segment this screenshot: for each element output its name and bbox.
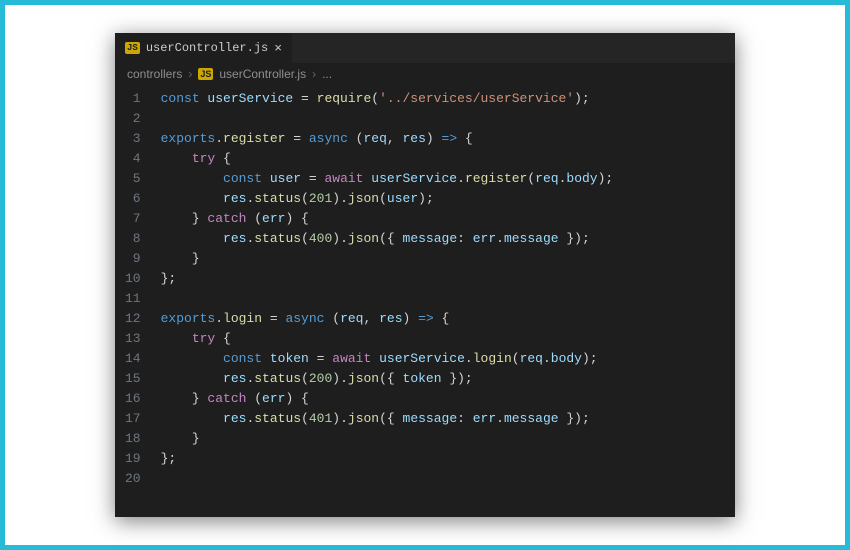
chevron-right-icon: ›	[312, 67, 316, 81]
line-number: 18	[125, 429, 141, 449]
line-number: 11	[125, 289, 141, 309]
code-editor: JS userController.js × controllers › JS …	[115, 33, 735, 517]
line-number: 17	[125, 409, 141, 429]
tab-filename: userController.js	[146, 41, 268, 55]
breadcrumb-folder[interactable]: controllers	[127, 67, 182, 81]
code-line[interactable]: res.status(401).json({ message: err.mess…	[161, 409, 614, 429]
line-number-gutter: 1234567891011121314151617181920	[115, 85, 155, 517]
breadcrumb-trail[interactable]: ...	[322, 67, 332, 81]
line-number: 7	[125, 209, 141, 229]
line-number: 6	[125, 189, 141, 209]
code-line[interactable]: try {	[161, 329, 614, 349]
code-line[interactable]: };	[161, 269, 614, 289]
line-number: 20	[125, 469, 141, 489]
code-line[interactable]: }	[161, 249, 614, 269]
line-number: 10	[125, 269, 141, 289]
code-line[interactable]: exports.login = async (req, res) => {	[161, 309, 614, 329]
code-line[interactable]: res.status(400).json({ message: err.mess…	[161, 229, 614, 249]
line-number: 16	[125, 389, 141, 409]
line-number: 4	[125, 149, 141, 169]
code-line[interactable]: try {	[161, 149, 614, 169]
code-line[interactable]: } catch (err) {	[161, 209, 614, 229]
line-number: 2	[125, 109, 141, 129]
js-file-icon: JS	[198, 68, 213, 80]
line-number: 1	[125, 89, 141, 109]
code-line[interactable]: const token = await userService.login(re…	[161, 349, 614, 369]
chevron-right-icon: ›	[188, 67, 192, 81]
breadcrumb-file[interactable]: userController.js	[219, 67, 306, 81]
line-number: 19	[125, 449, 141, 469]
code-line[interactable]: exports.register = async (req, res) => {	[161, 129, 614, 149]
code-line[interactable]	[161, 469, 614, 489]
line-number: 14	[125, 349, 141, 369]
line-number: 5	[125, 169, 141, 189]
line-number: 8	[125, 229, 141, 249]
line-number: 15	[125, 369, 141, 389]
tab-usercontroller[interactable]: JS userController.js ×	[115, 33, 292, 63]
code-line[interactable]	[161, 289, 614, 309]
code-line[interactable]	[161, 109, 614, 129]
line-number: 13	[125, 329, 141, 349]
code-line[interactable]: res.status(200).json({ token });	[161, 369, 614, 389]
code-line[interactable]: } catch (err) {	[161, 389, 614, 409]
code-line[interactable]: const userService = require('../services…	[161, 89, 614, 109]
code-line[interactable]: }	[161, 429, 614, 449]
code-line[interactable]: };	[161, 449, 614, 469]
code-line[interactable]: res.status(201).json(user);	[161, 189, 614, 209]
tab-bar: JS userController.js ×	[115, 33, 735, 63]
code-area[interactable]: 1234567891011121314151617181920 const us…	[115, 85, 735, 517]
breadcrumb[interactable]: controllers › JS userController.js › ...	[115, 63, 735, 85]
line-number: 9	[125, 249, 141, 269]
close-icon[interactable]: ×	[274, 41, 282, 56]
code-content[interactable]: const userService = require('../services…	[155, 85, 622, 517]
line-number: 3	[125, 129, 141, 149]
line-number: 12	[125, 309, 141, 329]
js-file-icon: JS	[125, 42, 140, 54]
code-line[interactable]: const user = await userService.register(…	[161, 169, 614, 189]
